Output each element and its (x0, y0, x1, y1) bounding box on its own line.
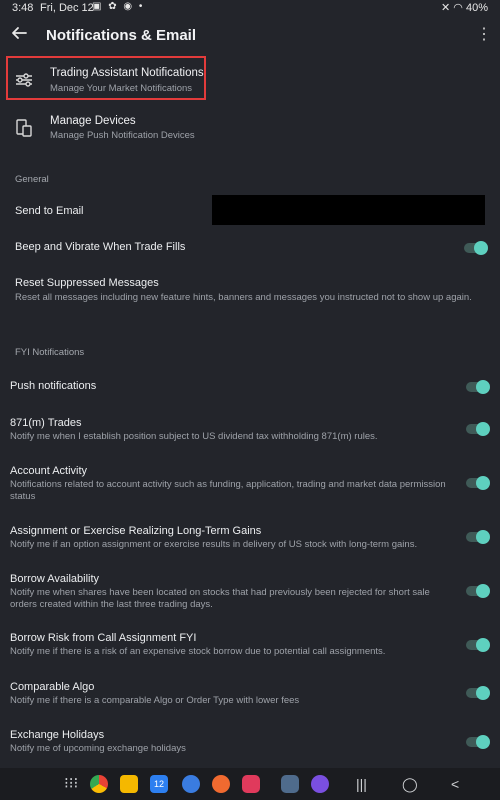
reset-suppressed-label[interactable]: Reset Suppressed Messages (15, 277, 159, 289)
email-field[interactable] (212, 195, 485, 225)
toggle-knob (476, 584, 490, 598)
beep-vibrate-label: Beep and Vibrate When Trade Fills (15, 241, 186, 253)
contacts-icon[interactable] (212, 775, 230, 793)
menu-item-subtitle: Manage Your Market Notifications (50, 83, 193, 94)
send-to-email-label: Send to Email (15, 205, 84, 217)
home-icon[interactable]: ◯ (402, 776, 418, 793)
fyi-item-title: Exchange Holidays (10, 729, 105, 741)
status-bar: 3:48 Fri, Dec 12 ▣ ✿ ◉ • ✕ ◠ 40% (0, 0, 500, 16)
status-date: Fri, Dec 12 (40, 2, 94, 14)
calendar-icon[interactable]: 12 (150, 775, 168, 793)
toggle-knob (476, 638, 490, 652)
messages-icon[interactable] (182, 775, 200, 793)
notification-icons: ▣ ✿ ◉ • (92, 1, 145, 12)
fyi-item-title: Assignment or Exercise Realizing Long-Te… (10, 525, 262, 537)
reset-suppressed-desc: Reset all messages including new feature… (15, 292, 472, 303)
camera-icon[interactable] (242, 775, 260, 793)
menu-item-title: Manage Devices (50, 115, 136, 127)
fyi-item-title: Borrow Availability (10, 573, 100, 585)
navigation-bar: ⁝⁝⁝ 12 ||| ◯ < (0, 768, 500, 800)
fyi-toggle[interactable] (466, 584, 490, 598)
devices-icon (16, 119, 32, 137)
toggle-knob (474, 241, 488, 255)
toggle-knob (476, 686, 490, 700)
fyi-item-desc: Notify me if there is a comparable Algo … (10, 695, 300, 706)
more-options-icon[interactable]: ⋮ (476, 24, 492, 44)
fyi-item-title: Comparable Algo (10, 681, 95, 693)
sliders-icon (16, 73, 32, 87)
status-time: 3:48 (12, 2, 34, 14)
fyi-item-title: Borrow Risk from Call Assignment FYI (10, 632, 197, 644)
fyi-item-desc: Notifications related to account activit… (10, 479, 446, 502)
fyi-toggle[interactable] (466, 735, 490, 749)
settings-icon[interactable] (281, 775, 299, 793)
wifi-icon: ◠ (453, 2, 463, 14)
menu-item-manage-devices[interactable]: Manage Devices Manage Push Notification … (0, 110, 500, 148)
fyi-item-title: 871(m) Trades (10, 417, 82, 429)
menu-item-title: Trading Assistant Notifications (50, 67, 204, 79)
toggle-knob (476, 530, 490, 544)
app-bar: Notifications & Email ⋮ (0, 18, 500, 54)
fyi-item-desc: Notify me if there is a risk of an expen… (10, 646, 386, 657)
fyi-item-title: Account Activity (10, 465, 88, 477)
beep-vibrate-toggle[interactable] (464, 241, 488, 255)
toggle-knob (476, 380, 490, 394)
chrome-icon[interactable] (90, 775, 108, 793)
section-fyi: FYI Notifications (15, 347, 85, 358)
battery-level: 40% (465, 2, 488, 14)
browser-icon[interactable] (311, 775, 329, 793)
fyi-item-desc: Notify me when I establish position subj… (10, 431, 378, 442)
mute-icon: ✕ (441, 2, 451, 14)
apps-grid-icon[interactable]: ⁝⁝⁝ (64, 774, 78, 792)
nav-back-icon[interactable]: < (451, 776, 459, 792)
status-right: ✕ ◠ 40% (441, 1, 488, 14)
fyi-item-desc: Notify me if an option assignment or exe… (10, 539, 418, 550)
fyi-item-title: Push notifications (10, 380, 97, 392)
menu-item-subtitle: Manage Push Notification Devices (50, 130, 195, 141)
toggle-knob (476, 422, 490, 436)
section-general: General (15, 174, 49, 185)
fyi-toggle[interactable] (466, 530, 490, 544)
recents-icon[interactable]: ||| (356, 776, 367, 792)
fyi-toggle[interactable] (466, 422, 490, 436)
back-arrow-icon[interactable] (10, 24, 28, 42)
page-title: Notifications & Email (46, 27, 197, 44)
toggle-knob (476, 476, 490, 490)
fyi-toggle[interactable] (466, 686, 490, 700)
fyi-toggle[interactable] (466, 380, 490, 394)
menu-item-trading-assistant[interactable]: Trading Assistant Notifications Manage Y… (0, 62, 500, 100)
fyi-item-desc: Notify me when shares have been located … (10, 587, 430, 610)
fyi-toggle[interactable] (466, 638, 490, 652)
toggle-knob (476, 735, 490, 749)
files-icon[interactable] (120, 775, 138, 793)
fyi-item-desc: Notify me of upcoming exchange holidays (10, 743, 186, 754)
fyi-toggle[interactable] (466, 476, 490, 490)
